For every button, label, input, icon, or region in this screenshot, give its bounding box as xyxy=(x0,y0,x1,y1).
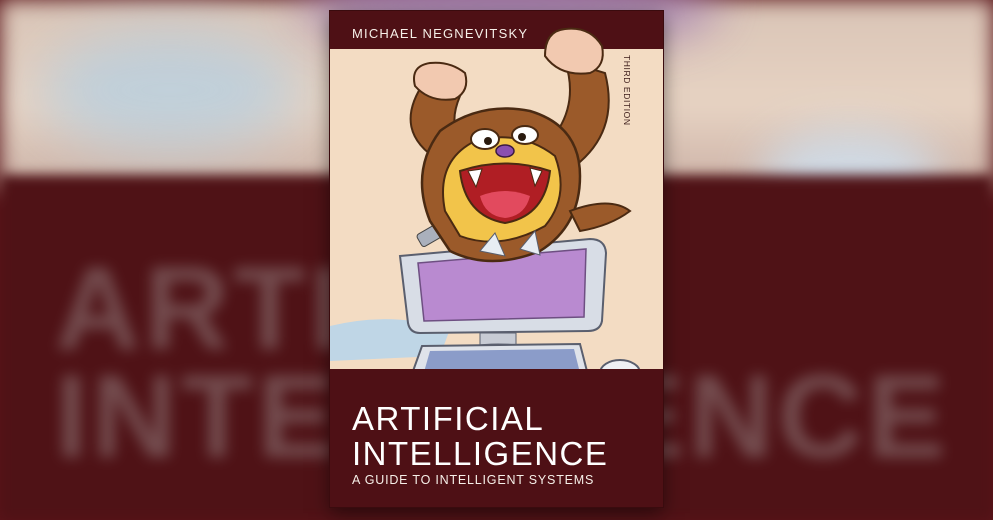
monster-right-hand xyxy=(543,27,604,75)
book-subtitle: A GUIDE TO INTELLIGENT SYSTEMS xyxy=(352,473,595,487)
book-title-line-2: INTELLIGENCE xyxy=(352,435,609,472)
monster-tail xyxy=(568,202,632,233)
book-author: MICHAEL NEGNEVITSKY xyxy=(352,26,529,41)
monster-nose xyxy=(495,144,515,158)
book-edition: THIRD EDITION xyxy=(622,55,632,126)
book-cover[interactable]: MICHAEL NEGNEVITSKY THIRD EDITION ARTIFI… xyxy=(330,11,663,507)
book-title-line-1: ARTIFICIAL xyxy=(352,400,545,437)
monster-computer-illustration xyxy=(330,27,641,387)
background-cloud-blur xyxy=(40,30,300,150)
